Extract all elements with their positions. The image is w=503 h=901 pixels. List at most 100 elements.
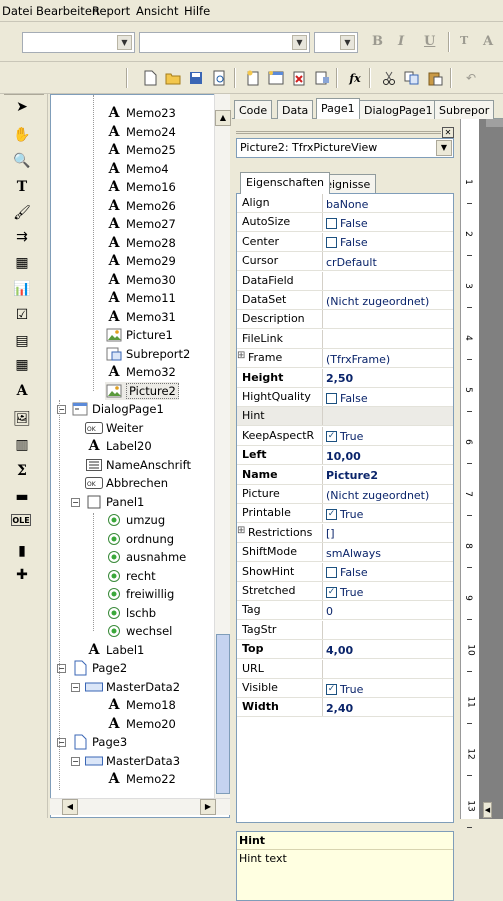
rich-text-icon[interactable]: ▥ (11, 434, 33, 456)
tab-subrepor[interactable]: Subrepor (434, 100, 495, 119)
property-value[interactable]: ✓ True (324, 427, 452, 445)
ole-icon[interactable]: OLE (11, 514, 31, 526)
function-icon[interactable]: fx (346, 69, 364, 87)
property-row-tagstr[interactable]: TagStr (237, 620, 453, 640)
property-row-left[interactable]: Left 10,00 (237, 446, 453, 466)
checkbox-unchecked-icon[interactable] (326, 392, 337, 404)
tree-item-wechsel[interactable]: wechsel (105, 622, 172, 640)
tree-item-memo27[interactable]: A Memo27 (105, 215, 176, 233)
tree-item-picture1[interactable]: Picture1 (105, 326, 173, 344)
tab-code[interactable]: Code (234, 100, 273, 119)
tree-item-page3[interactable]: Page3 (71, 733, 127, 751)
new-page-icon[interactable] (244, 69, 262, 87)
checkbox-unchecked-icon[interactable] (326, 217, 337, 229)
property-row-hightquality[interactable]: HightQuality False (237, 388, 453, 407)
property-value[interactable]: False (324, 233, 452, 251)
tree-item-umzug[interactable]: umzug (105, 511, 165, 529)
property-row-picture[interactable]: Picture (Nicht zugeordnet) (237, 485, 453, 504)
property-row-filelink[interactable]: FileLink (237, 329, 453, 349)
select-icon[interactable]: ➤ (11, 96, 33, 118)
tree-item-lschb[interactable]: lschb (105, 604, 156, 622)
scroll-thumb[interactable] (216, 634, 230, 794)
tree-item-nameanschrift[interactable]: NameAnschrift (85, 456, 191, 474)
property-value[interactable]: False (324, 388, 452, 406)
tab-page1[interactable]: Page1 (316, 98, 360, 119)
property-row-printable[interactable]: Printable ✓ True (237, 504, 453, 524)
checkbox-checked-icon[interactable]: ✓ (326, 431, 337, 443)
property-value[interactable] (324, 310, 452, 328)
tree-horizontal-scrollbar[interactable]: ◀ ▶ (50, 798, 230, 815)
property-row-align[interactable]: Align baNone (237, 194, 453, 213)
tree-item-ordnung[interactable]: ordnung (105, 530, 174, 548)
tree-item-memo32[interactable]: A Memo32 (105, 363, 176, 381)
font-size-combo[interactable]: ▼ (139, 32, 310, 53)
tree-item-label20[interactable]: A Label20 (85, 437, 152, 455)
menu-ansicht[interactable]: Ansicht (136, 4, 178, 18)
chevron-down-icon[interactable]: ▼ (436, 140, 452, 156)
menu-hilfe[interactable]: Hilfe (184, 4, 210, 18)
line-icon[interactable]: ▬ (11, 486, 33, 508)
tree-item-subreport2[interactable]: Subreport2 (105, 345, 190, 363)
cut-icon[interactable] (380, 69, 398, 87)
checkbox-checked-icon[interactable]: ✓ (326, 586, 337, 598)
preview-icon[interactable] (210, 69, 228, 87)
tab-dialogpage1[interactable]: DialogPage1 (359, 100, 438, 119)
tree-item-memo29[interactable]: A Memo29 (105, 252, 176, 270)
property-value[interactable] (324, 660, 452, 678)
property-value[interactable] (324, 272, 452, 290)
menu-datei[interactable]: Datei (2, 4, 33, 18)
delete-page-icon[interactable] (290, 69, 308, 87)
property-row-datafield[interactable]: DataField (237, 271, 453, 291)
tab-data[interactable]: Data (277, 100, 314, 119)
tree-item-memo22[interactable]: A Memo22 (105, 770, 176, 788)
more-tools-icon[interactable]: ✚ (11, 564, 33, 586)
property-row-visible[interactable]: Visible ✓ True (237, 679, 453, 698)
picture-icon[interactable]: 🖼 (11, 408, 33, 430)
checkbox-unchecked-icon[interactable] (326, 237, 337, 249)
align-icon[interactable]: ⇉ (11, 226, 33, 248)
property-row-description[interactable]: Description (237, 310, 453, 330)
style-combo[interactable]: ▼ (314, 32, 358, 53)
property-row-height[interactable]: Height 2,50 (237, 368, 453, 388)
property-value[interactable] (324, 621, 452, 639)
property-row-width[interactable]: Width 2,40 (237, 698, 453, 718)
expand-icon[interactable]: ⊞ (237, 525, 245, 536)
property-value[interactable]: smAlways (324, 543, 452, 561)
property-value[interactable]: 10,00 (324, 446, 452, 464)
tree-item-dialogpage1[interactable]: DialogPage1 (71, 400, 164, 418)
open-icon[interactable] (164, 69, 182, 87)
object-selector[interactable]: Picture2: TfrxPictureView ▼ (236, 138, 454, 158)
collapse-icon[interactable]: − (71, 756, 80, 766)
property-value[interactable]: 2,40 (324, 698, 452, 716)
new-dialog-icon[interactable] (267, 69, 285, 87)
checkbox-icon[interactable]: ☑ (11, 304, 33, 326)
tree-item-memo23[interactable]: A Memo23 (105, 104, 176, 122)
tree-item-weiter[interactable]: OK Weiter (85, 419, 143, 437)
undo-icon[interactable]: ↶ (462, 69, 480, 87)
close-icon[interactable]: ✕ (442, 127, 454, 138)
subreport-icon[interactable]: ▤ (11, 330, 33, 352)
property-value[interactable]: 0 (324, 601, 452, 619)
menu-report[interactable]: Report (92, 4, 130, 18)
tree-vertical-scrollbar[interactable]: ▲ (214, 94, 231, 798)
chart-icon[interactable]: 📊 (11, 278, 33, 300)
property-row-stretched[interactable]: Stretched ✓ True (237, 582, 453, 601)
collapse-icon[interactable]: − (71, 682, 80, 692)
tree-item-masterdata2[interactable]: MasterData2 (85, 678, 180, 696)
text-edit-icon[interactable]: T (11, 176, 33, 198)
design-canvas[interactable]: ◀ 1 2 3 4 5 6 7 8 9 10 11 12 13 (460, 119, 503, 828)
chevron-down-icon[interactable]: ▼ (340, 35, 355, 50)
underline-button[interactable]: U (424, 34, 435, 49)
property-row-url[interactable]: URL (237, 659, 453, 679)
property-row-autosize[interactable]: AutoSize False (237, 213, 453, 233)
tree-item-memo16[interactable]: A Memo16 (105, 178, 176, 196)
tree-item-memo28[interactable]: A Memo28 (105, 234, 176, 252)
text-object-icon[interactable]: A (11, 380, 33, 402)
hand-icon[interactable]: ✋ (11, 124, 33, 146)
text-highlight-icon[interactable]: T (460, 34, 468, 47)
tree-item-memo18[interactable]: A Memo18 (105, 696, 176, 714)
property-value[interactable]: ✓ True (324, 679, 452, 697)
scroll-left-icon[interactable]: ◀ (62, 799, 78, 815)
property-row-restrictions[interactable]: ⊞ Restrictions[] (237, 523, 453, 543)
property-value[interactable]: 2,50 (324, 369, 452, 387)
